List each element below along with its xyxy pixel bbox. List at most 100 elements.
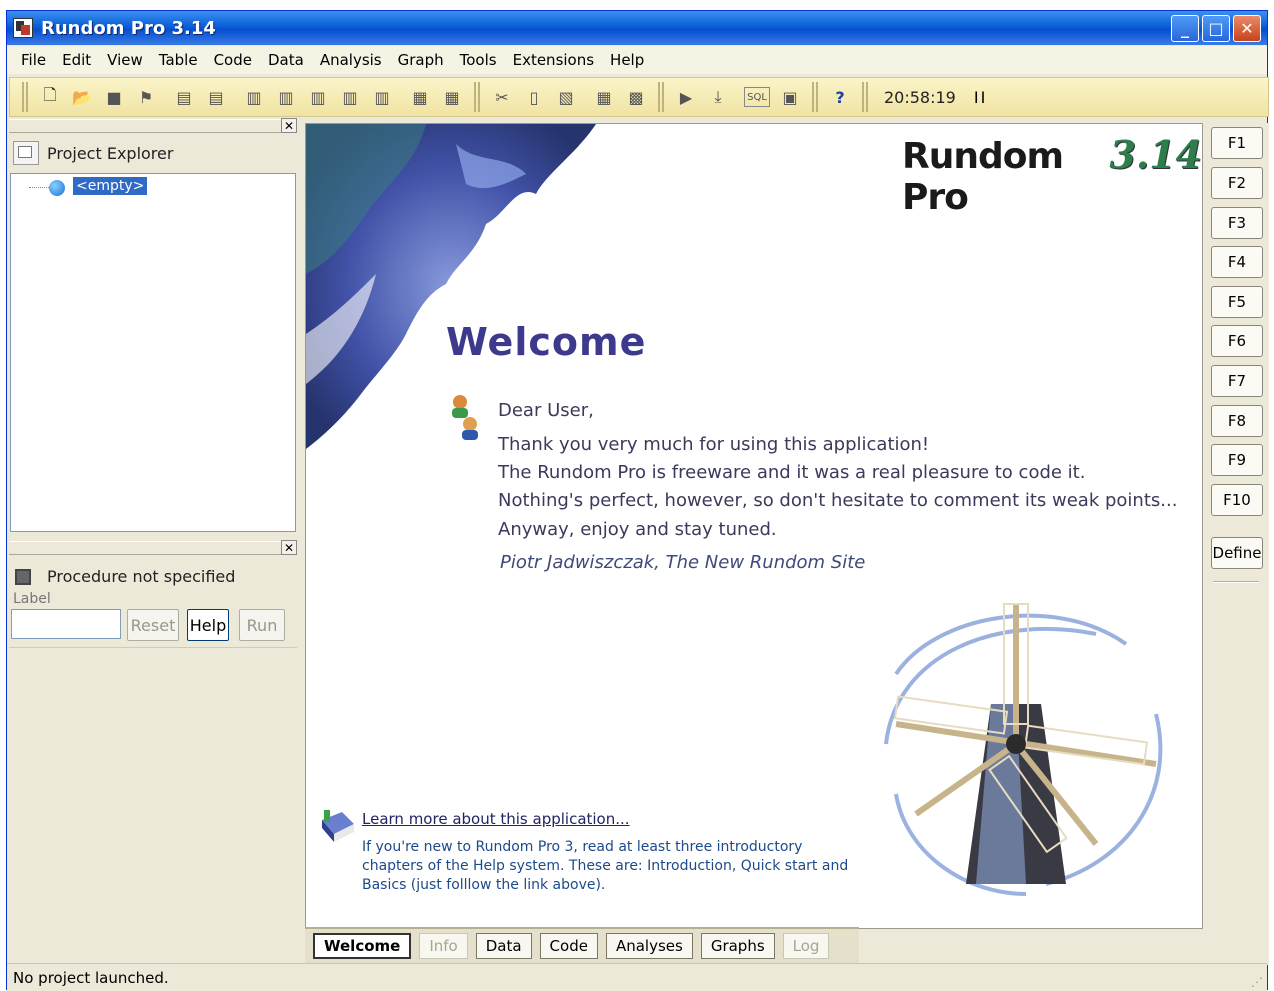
learn-more-link[interactable]: Learn more about this application... — [362, 810, 630, 828]
menu-help[interactable]: Help — [602, 51, 652, 69]
function-key-panel: F1 F2 F3 F4 F5 F6 F7 F8 F9 F10 Define — [1207, 123, 1269, 965]
message-line-1: Thank you very much for using this appli… — [498, 434, 930, 455]
table-remove-icon[interactable]: ▤ — [204, 85, 228, 109]
menu-view[interactable]: View — [99, 51, 151, 69]
menu-tools[interactable]: Tools — [452, 51, 505, 69]
project-node-icon — [49, 180, 65, 196]
f5-button[interactable]: F5 — [1211, 286, 1263, 318]
minimize-icon: _ — [1181, 19, 1189, 38]
welcome-heading: Welcome — [446, 320, 647, 364]
menu-code[interactable]: Code — [206, 51, 260, 69]
tab-analyses[interactable]: Analyses — [605, 933, 693, 959]
procedure-close-icon[interactable]: ✕ — [281, 540, 297, 555]
tab-log[interactable]: Log — [782, 933, 830, 959]
tab-data[interactable]: Data — [475, 933, 532, 959]
paste-icon[interactable]: ▧ — [554, 85, 578, 109]
column-icon-4[interactable]: ▥ — [338, 85, 362, 109]
f8-button[interactable]: F8 — [1211, 405, 1263, 437]
define-button[interactable]: Define — [1211, 537, 1263, 569]
tab-graphs[interactable]: Graphs — [700, 933, 775, 959]
menu-extensions[interactable]: Extensions — [505, 51, 602, 69]
open-folder-icon[interactable]: 📂 — [70, 85, 94, 109]
help-icon[interactable]: ? — [828, 85, 852, 109]
menu-table[interactable]: Table — [151, 51, 206, 69]
menu-edit[interactable]: Edit — [54, 51, 99, 69]
window-title: Rundom Pro 3.14 — [41, 17, 216, 39]
app-icon[interactable] — [13, 18, 33, 38]
column-icon-5[interactable]: ▥ — [370, 85, 394, 109]
label-caption: Label — [13, 591, 51, 607]
toolbar-grip-4[interactable] — [812, 82, 818, 112]
toolbar-grip-5[interactable] — [862, 82, 868, 112]
maximize-icon: □ — [1208, 19, 1224, 38]
tree-connector — [29, 187, 49, 188]
explorer-close-icon[interactable]: ✕ — [281, 118, 297, 133]
reset-button[interactable]: Reset — [127, 609, 179, 641]
column-icon-1[interactable]: ▥ — [242, 85, 266, 109]
page-tabs: Welcome Info Data Code Analyses Graphs L… — [305, 927, 859, 963]
book-icon[interactable] — [320, 810, 356, 844]
toolbar-grip-3[interactable] — [658, 82, 664, 112]
menu-analysis[interactable]: Analysis — [312, 51, 390, 69]
copy-icon[interactable]: ▯ — [522, 85, 546, 109]
f2-button[interactable]: F2 — [1211, 167, 1263, 199]
f1-button[interactable]: F1 — [1211, 127, 1263, 159]
tab-welcome[interactable]: Welcome — [313, 933, 412, 959]
menu-file[interactable]: File — [13, 51, 54, 69]
label-input[interactable] — [11, 609, 121, 639]
resize-grip-icon[interactable]: ⋰ — [1251, 975, 1263, 989]
explorer-icon — [13, 141, 39, 165]
window-controls: _ □ ✕ — [1171, 15, 1261, 42]
download-icon[interactable]: ⤓ — [706, 85, 730, 109]
chart-icon[interactable]: ▩ — [624, 85, 648, 109]
tab-info[interactable]: Info — [419, 933, 468, 959]
new-file-icon[interactable]: 🗋 — [38, 85, 62, 109]
greeting-text: Dear User, — [498, 400, 594, 421]
help-button[interactable]: Help — [187, 609, 229, 641]
toolbar-grip-2[interactable] — [474, 82, 480, 112]
run-icon[interactable]: ▶ — [674, 85, 698, 109]
calculator-icon[interactable]: ▣ — [778, 85, 802, 109]
procedure-status-icon — [15, 568, 31, 585]
copy-rows-icon[interactable]: ▦ — [440, 85, 464, 109]
column-icon-3[interactable]: ▥ — [306, 85, 330, 109]
brand-version: 3.14 — [1109, 132, 1202, 177]
paste-rows-icon[interactable]: ▦ — [408, 85, 432, 109]
save-icon[interactable]: ■ — [102, 85, 126, 109]
message-line-3: Nothing's perfect, however, so don't hes… — [498, 490, 1178, 511]
tab-code[interactable]: Code — [539, 933, 598, 959]
project-tree[interactable]: <empty> — [10, 173, 296, 532]
toolbar: 🗋 📂 ■ ⚑ ▤ ▤ ▥ ▥ ▥ ▥ ▥ ▦ ▦ ✂ ▯ ▧ ▦ ▩ ▶ ⤓ … — [9, 77, 1269, 117]
close-button[interactable]: ✕ — [1233, 15, 1261, 42]
grid-icon[interactable]: ▦ — [592, 85, 616, 109]
sql-icon[interactable]: SQL — [744, 87, 770, 107]
explorer-header-bar[interactable]: ✕ — [9, 118, 297, 133]
title-bar[interactable]: Rundom Pro 3.14 _ □ ✕ — [7, 11, 1267, 45]
left-panel-empty-area — [9, 647, 297, 965]
table-insert-icon[interactable]: ▤ — [172, 85, 196, 109]
maximize-button[interactable]: □ — [1202, 15, 1230, 42]
flag-icon[interactable]: ⚑ — [134, 85, 158, 109]
f3-button[interactable]: F3 — [1211, 207, 1263, 239]
status-bar: No project launched. ⋰ — [7, 963, 1267, 991]
cut-icon[interactable]: ✂ — [490, 85, 514, 109]
status-text: No project launched. — [13, 968, 169, 987]
run-button[interactable]: Run — [239, 609, 285, 641]
f4-button[interactable]: F4 — [1211, 246, 1263, 278]
f9-button[interactable]: F9 — [1211, 444, 1263, 476]
tree-item-empty[interactable]: <empty> — [73, 177, 148, 195]
f6-button[interactable]: F6 — [1211, 325, 1263, 357]
minimize-button[interactable]: _ — [1171, 15, 1199, 42]
windmill-image — [884, 603, 1163, 896]
menu-graph[interactable]: Graph — [390, 51, 452, 69]
fkey-separator — [1213, 581, 1259, 583]
signature: Piotr Jadwiszczak, The New Rundom Site — [500, 552, 866, 573]
f10-button[interactable]: F10 — [1211, 484, 1263, 516]
toolbar-grip[interactable] — [22, 82, 28, 112]
pause-button[interactable]: II — [974, 88, 987, 107]
clock-display: 20:58:19 — [884, 87, 956, 107]
menu-data[interactable]: Data — [260, 51, 312, 69]
f7-button[interactable]: F7 — [1211, 365, 1263, 397]
procedure-header-bar[interactable]: ✕ — [9, 540, 297, 555]
column-icon-2[interactable]: ▥ — [274, 85, 298, 109]
